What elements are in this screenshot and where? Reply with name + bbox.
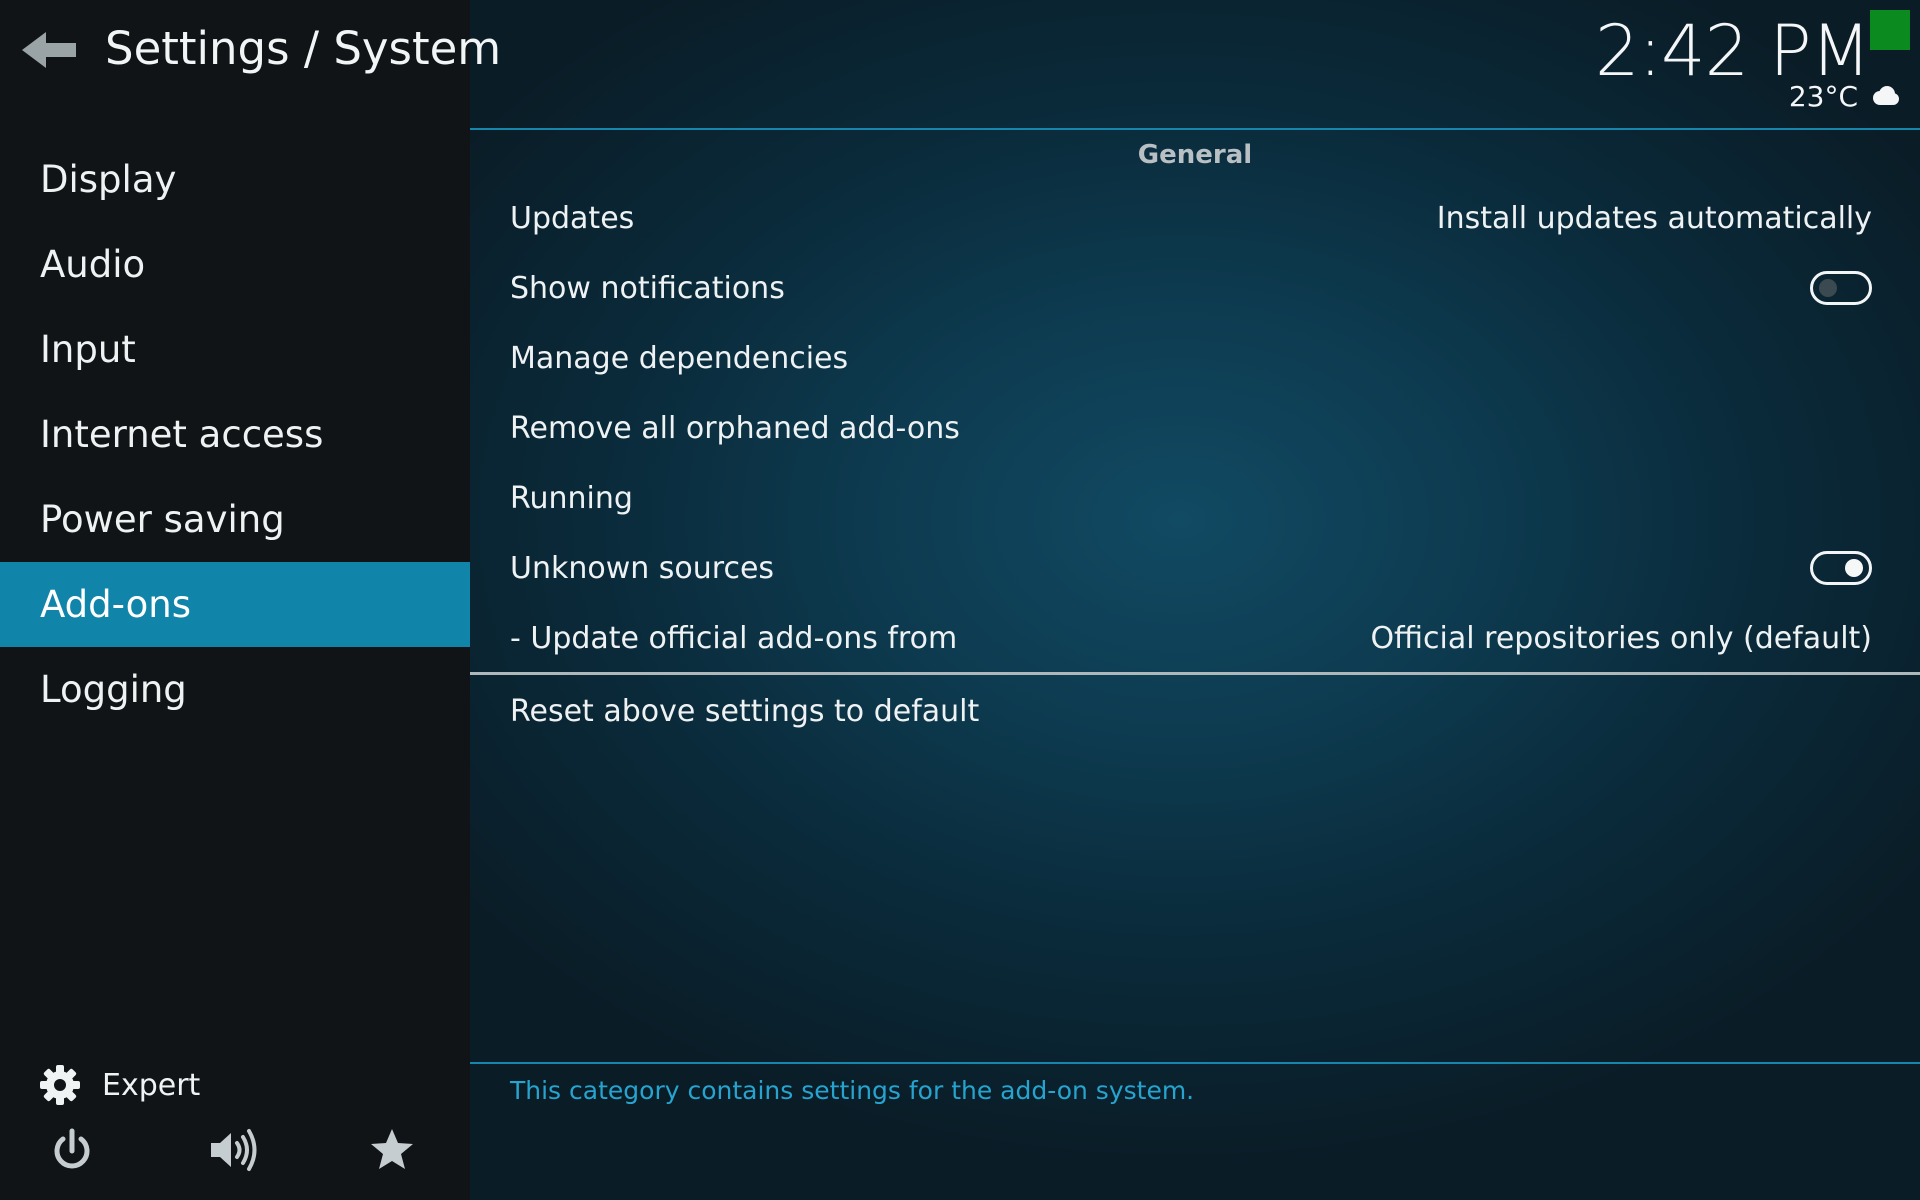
settings-panel: General Updates Install updates automati… (470, 128, 1920, 1200)
category-menu: Display Audio Input Internet access Powe… (0, 137, 470, 732)
sidebar-item-audio[interactable]: Audio (0, 222, 470, 307)
weather-widget: 23°C (1789, 76, 1900, 116)
cloud-icon (1873, 86, 1899, 105)
setting-label: Unknown sources (510, 550, 775, 586)
star-icon (371, 1129, 413, 1169)
sidebar-item-add-ons[interactable]: Add-ons (0, 562, 470, 647)
power-button[interactable] (47, 1125, 97, 1175)
temperature: 23°C (1788, 79, 1858, 113)
settings-level-label: Expert (102, 1067, 201, 1103)
sidebar-item-display[interactable]: Display (0, 137, 470, 222)
arrow-left-icon (22, 32, 76, 68)
show-notifications-toggle[interactable] (1810, 271, 1872, 305)
top-divider (470, 128, 1920, 130)
setting-value: Official repositories only (default) (1370, 620, 1872, 656)
setting-running[interactable]: Running (510, 463, 1872, 533)
setting-value: Install updates automatically (1436, 200, 1872, 236)
settings-level-button[interactable]: Expert (38, 1060, 200, 1110)
toggle-knob (1845, 559, 1863, 577)
group-title: General (1137, 140, 1253, 170)
status-indicator (1870, 10, 1910, 50)
volume-button[interactable] (207, 1125, 263, 1175)
settings-window: Settings / System Display Audio Input In… (0, 0, 1920, 1200)
setting-label: Remove all orphaned add-ons (510, 410, 960, 446)
reset-settings-button[interactable]: Reset above settings to default (510, 676, 1872, 746)
setting-unknown-sources[interactable]: Unknown sources (510, 533, 1872, 603)
section-divider (470, 672, 1920, 675)
sidebar-item-internet-access[interactable]: Internet access (0, 392, 470, 477)
gear-icon (40, 1065, 80, 1105)
setting-label: Manage dependencies (510, 340, 849, 376)
sidebar-item-input[interactable]: Input (0, 307, 470, 392)
setting-show-notifications[interactable]: Show notifications (510, 253, 1872, 323)
favourites-button[interactable] (367, 1125, 417, 1175)
volume-icon (211, 1129, 257, 1171)
setting-label: Running (510, 480, 633, 516)
setting-updates[interactable]: Updates Install updates automatically (510, 183, 1872, 253)
setting-update-official-add-ons-from[interactable]: - Update official add-ons from Official … (510, 603, 1872, 673)
setting-label: Show notifications (510, 270, 785, 306)
sidebar: Settings / System Display Audio Input In… (0, 0, 501, 1200)
setting-label: Updates (510, 200, 635, 236)
sidebar-item-logging[interactable]: Logging (0, 647, 470, 732)
bottom-divider (470, 1062, 1920, 1064)
setting-remove-orphaned-add-ons[interactable]: Remove all orphaned add-ons (510, 393, 1872, 463)
back-button[interactable] (20, 28, 80, 72)
setting-manage-dependencies[interactable]: Manage dependencies (510, 323, 1872, 393)
reset-label: Reset above settings to default (510, 693, 980, 729)
header: Settings / System (0, 0, 501, 100)
power-icon (54, 1128, 90, 1169)
page-title: Settings / System (105, 22, 502, 75)
bottom-toolbar (0, 1125, 470, 1175)
category-description: This category contains settings for the … (510, 1076, 1195, 1105)
toggle-knob (1819, 279, 1837, 297)
sidebar-item-power-saving[interactable]: Power saving (0, 477, 470, 562)
unknown-sources-toggle[interactable] (1810, 551, 1872, 585)
setting-label: - Update official add-ons from (510, 620, 958, 656)
